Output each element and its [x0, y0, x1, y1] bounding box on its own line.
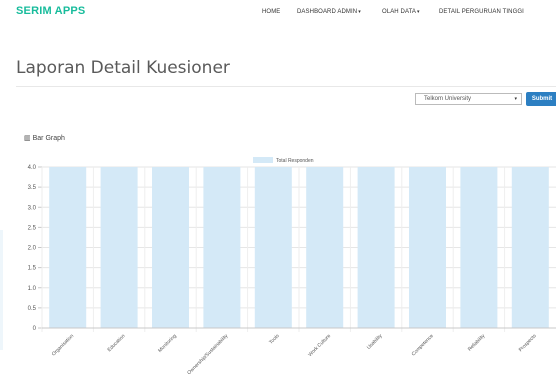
bar-monitoring	[151, 167, 190, 328]
bar-usability	[357, 167, 395, 328]
page-title: Laporan Detail Kuesioner	[16, 58, 230, 78]
x-tick-label: Monitoring	[157, 333, 178, 354]
y-tick-label: 2.0	[28, 246, 37, 252]
navbar: SERIM APPS HOME DASHBOARD ADMIN▾ OLAH DA…	[0, 0, 556, 26]
legend-label: Total Responden	[276, 158, 314, 164]
y-tick-label: 0.5	[28, 306, 37, 312]
bar-education	[100, 167, 138, 328]
university-select-value: Telkom University	[424, 96, 472, 102]
y-tick-label: 4.0	[28, 165, 37, 171]
nav-dashboard-admin[interactable]: DASHBOARD ADMIN▾	[297, 9, 361, 15]
x-tick-label: Prospects	[518, 333, 538, 353]
nav-detail-perguruan[interactable]: DETAIL PERGURUAN TINGGI	[439, 9, 524, 15]
divider	[16, 86, 556, 87]
bar-ownership-sustainability	[203, 167, 241, 328]
bar-chart: 0 0.5 1.0 1.5 2.0 2.5 3.0 3.5 4.0 Organisation Edu…	[28, 157, 556, 376]
x-tick-label: Usability	[366, 333, 384, 351]
bar-work-culture	[306, 167, 344, 328]
bar-tools	[254, 167, 292, 328]
x-tick-label: Competence	[411, 333, 435, 357]
y-tick-label: 1.0	[28, 286, 37, 292]
y-tick-label: 2.5	[28, 225, 37, 231]
y-tick-label: 3.0	[28, 205, 37, 211]
bar-chart-icon: ▥	[24, 135, 31, 142]
bar-reliability	[460, 167, 498, 328]
caret-down-icon: ▾	[417, 9, 420, 15]
graph-title-text: Bar Graph	[32, 135, 65, 142]
nav-olah-data-label: OLAH DATA	[382, 9, 417, 15]
x-tick-label: Ownership/Sustainability	[186, 333, 229, 376]
y-tick-label: 3.5	[28, 185, 37, 191]
y-tick-label: 1.5	[28, 266, 37, 272]
select-arrow-icon: ▾	[514, 96, 517, 102]
brand-logo[interactable]: SERIM APPS	[16, 5, 85, 17]
x-tick-label: Organisation	[51, 333, 75, 357]
university-select[interactable]: Telkom University ▾	[415, 93, 522, 105]
submit-button[interactable]: Submit	[526, 92, 556, 106]
x-tick-label: Work Culture	[307, 333, 332, 358]
bar-competence	[408, 167, 447, 328]
nav-olah-data[interactable]: OLAH DATA▾	[382, 9, 420, 15]
nav-home[interactable]: HOME	[262, 9, 280, 15]
legend-swatch	[253, 157, 273, 163]
caret-down-icon: ▾	[358, 9, 361, 15]
bar-prospects	[511, 167, 549, 328]
y-tick-label: 0	[33, 326, 37, 332]
x-tick-label: Education	[107, 333, 127, 353]
bar-organisation	[49, 167, 87, 328]
x-tick-label: Tools	[268, 333, 281, 346]
graph-title: ▥ Bar Graph	[24, 134, 65, 142]
x-tick-label: Reliability	[467, 333, 487, 353]
nav-dashboard-admin-label: DASHBOARD ADMIN	[297, 9, 358, 15]
